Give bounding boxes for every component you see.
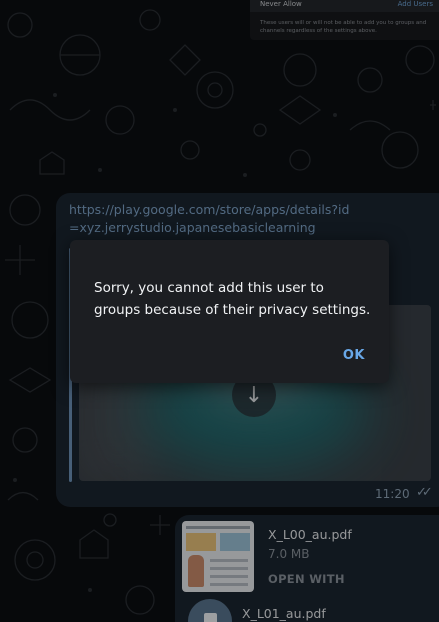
dialog-message: Sorry, you cannot add this user to group… <box>94 280 371 318</box>
ok-button[interactable]: OK <box>343 348 365 363</box>
privacy-alert-dialog: Sorry, you cannot add this user to group… <box>70 240 389 383</box>
